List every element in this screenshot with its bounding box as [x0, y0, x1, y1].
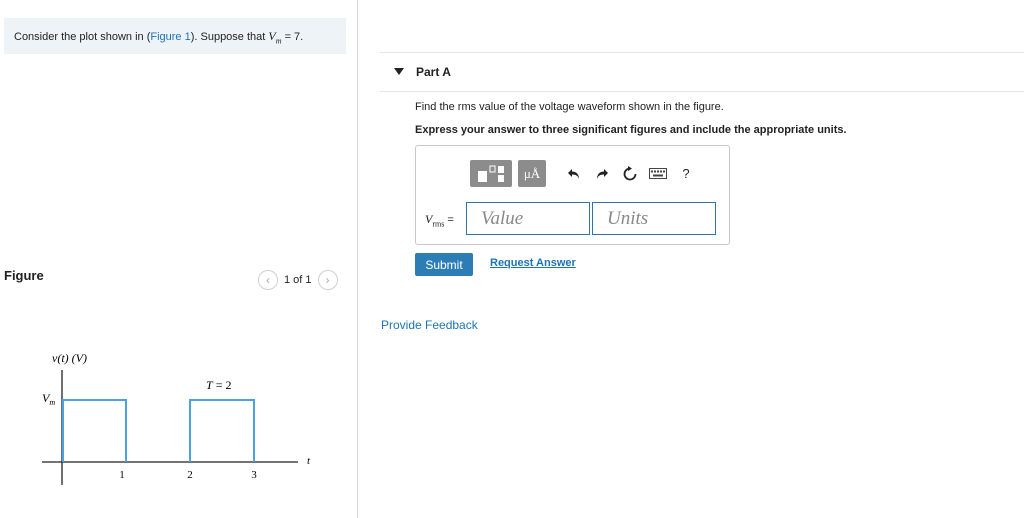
- math-toolbar: μÅ ?: [470, 160, 700, 187]
- keyboard-button[interactable]: [644, 160, 672, 187]
- templates-icon: [478, 165, 504, 182]
- pager-text: 1 of 1: [284, 274, 312, 286]
- figure-link[interactable]: Figure 1: [150, 31, 190, 43]
- figure-pager: ‹ 1 of 1 ›: [258, 270, 338, 290]
- figure-heading: Figure: [4, 268, 44, 283]
- request-answer-link[interactable]: Request Answer: [490, 257, 576, 269]
- caret-down-icon: [394, 68, 404, 75]
- figure-panel: Consider the plot shown in (Figure 1). S…: [0, 0, 358, 518]
- intro-middle: ). Suppose that: [190, 31, 269, 43]
- question-text: Find the rms value of the voltage wavefo…: [415, 101, 724, 113]
- undo-button[interactable]: [560, 160, 588, 187]
- chevron-left-icon: ‹: [266, 273, 270, 287]
- collapse-toggle[interactable]: [392, 65, 406, 79]
- vm-symbol: Vm: [268, 29, 282, 46]
- waveform-plot: v(t) (V) Vm T = 2 t 1 2 3: [42, 351, 311, 485]
- templates-button[interactable]: [470, 160, 512, 187]
- units-button[interactable]: μÅ: [518, 160, 546, 187]
- vm-label: Vm: [42, 391, 55, 407]
- x-tick-1: 1: [119, 469, 125, 481]
- provide-feedback-link[interactable]: Provide Feedback: [381, 318, 478, 332]
- answer-box: μÅ ? Vrms =: [415, 145, 730, 245]
- problem-intro: Consider the plot shown in (Figure 1). S…: [4, 18, 346, 54]
- redo-icon: [597, 168, 608, 179]
- part-a-header: Part A: [380, 52, 1024, 92]
- intro-suffix: = 7.: [281, 31, 304, 43]
- reset-icon: [623, 165, 637, 180]
- x-tick-2: 2: [187, 469, 193, 481]
- instruction-text: Express your answer to three significant…: [415, 124, 847, 136]
- value-input[interactable]: [466, 202, 590, 235]
- help-button[interactable]: ?: [672, 160, 700, 187]
- t-axis-label: t: [307, 455, 311, 467]
- submit-button[interactable]: Submit: [415, 253, 473, 276]
- keyboard-icon: [649, 168, 667, 179]
- redo-button[interactable]: [588, 160, 616, 187]
- next-figure-button[interactable]: ›: [317, 270, 338, 290]
- y-axis-label: v(t) (V): [52, 351, 87, 365]
- pulse-1: [62, 399, 127, 462]
- undo-icon: [568, 168, 579, 179]
- x-tick-3: 3: [251, 469, 257, 481]
- part-title: Part A: [416, 65, 451, 79]
- period-label: T = 2: [206, 378, 231, 392]
- pulse-2: [189, 399, 255, 462]
- reset-button[interactable]: [616, 160, 644, 187]
- units-input[interactable]: [592, 202, 716, 235]
- intro-prefix: Consider the plot shown in (: [14, 31, 151, 43]
- vrms-label: Vrms =: [425, 212, 454, 229]
- chevron-right-icon: ›: [325, 273, 330, 287]
- prev-figure-button[interactable]: ‹: [258, 270, 278, 290]
